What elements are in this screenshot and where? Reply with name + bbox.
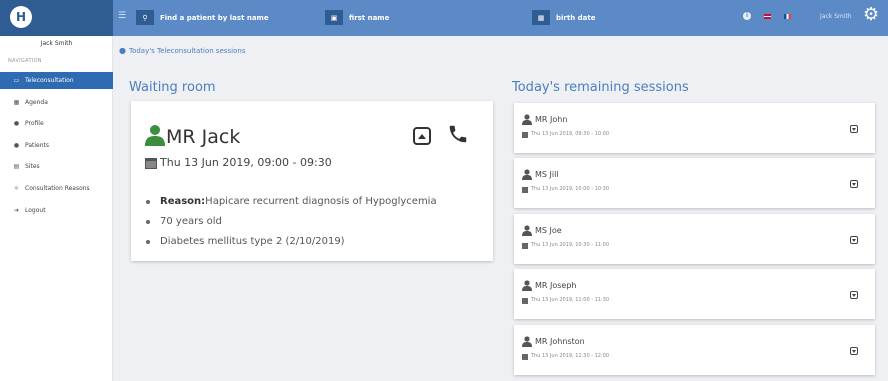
info-icon[interactable]: i	[743, 12, 751, 20]
breadcrumb: ● Today's Teleconsultation sessions	[119, 46, 246, 55]
user-icon: ●	[13, 120, 20, 127]
hamburger-icon[interactable]: ☰	[118, 11, 126, 21]
session-card[interactable]: MR Johnston Thu 13 Jun 2019, 11:30 - 12:…	[514, 325, 875, 375]
sidebar-item-label: Agenda	[25, 99, 48, 106]
session-card[interactable]: MS Joe Thu 13 Jun 2019, 10:30 - 11:00	[514, 214, 875, 264]
session-time: Thu 13 Jun 2019, 11:30 - 12:00	[531, 353, 610, 359]
calendar-icon	[522, 132, 528, 138]
brand-area: H	[0, 0, 113, 36]
reason-value: Hapicare recurrent diagnosis of Hypoglyc…	[205, 196, 437, 207]
sidebar-item-consultation-reasons[interactable]: ⚛ Consultation Reasons	[0, 180, 113, 197]
expand-icon[interactable]	[850, 291, 858, 299]
search-birth-date[interactable]: ▦ birth date	[532, 10, 595, 25]
detail-reason: Reason:Hapicare recurrent diagnosis of H…	[144, 195, 437, 215]
sidebar-item-patients[interactable]: ● Patients	[0, 137, 113, 154]
patient-user-icon	[145, 125, 165, 146]
session-patient-name: MR John	[535, 115, 568, 124]
user-icon	[522, 280, 532, 291]
session-card[interactable]: MR Joseph Thu 13 Jun 2019, 11:00 - 11:30	[514, 269, 875, 319]
sidebar-item-agenda[interactable]: ▦ Agenda	[0, 94, 113, 111]
expand-icon[interactable]	[850, 347, 858, 355]
header-user-name[interactable]: Jack Smith	[820, 13, 852, 20]
sidebar-item-label: Consultation Reasons	[25, 185, 90, 192]
sidebar: Jack Smith NAVIGATION ▭ Teleconsultation…	[0, 36, 113, 381]
phone-icon[interactable]	[447, 123, 469, 145]
sidebar-item-label: Sites	[25, 163, 40, 170]
monitor-icon: ▭	[13, 77, 20, 84]
id-card-icon: ▣	[325, 10, 343, 25]
sidebar-item-label: Profile	[25, 120, 44, 127]
calendar-icon	[522, 187, 528, 193]
sidebar-item-teleconsultation[interactable]: ▭ Teleconsultation	[0, 72, 113, 89]
user-icon	[522, 169, 532, 180]
search-icon: ⚲	[136, 10, 154, 25]
waiting-room-title: Waiting room	[129, 80, 216, 95]
expand-icon[interactable]	[850, 125, 858, 133]
user-icon	[522, 336, 532, 347]
sidebar-section-title: NAVIGATION	[8, 58, 42, 64]
sidebar-item-profile[interactable]: ● Profile	[0, 115, 113, 132]
session-patient-name: MR Joseph	[535, 281, 577, 290]
session-card[interactable]: MR John Thu 13 Jun 2019, 09:30 - 10:00	[514, 103, 875, 153]
reason-label: Reason:	[160, 196, 206, 207]
detail-condition: Diabetes mellitus type 2 (2/10/2019)	[144, 235, 437, 255]
top-bar: H ☰ ⚲ Find a patient by last name ▣ firs…	[0, 0, 888, 36]
user-icon	[522, 225, 532, 236]
building-icon: ▤	[13, 163, 20, 170]
sidebar-item-logout[interactable]: ➜ Logout	[0, 202, 113, 219]
session-card[interactable]: MS Jill Thu 13 Jun 2019, 10:00 - 10:30	[514, 158, 875, 208]
logo-mark: H	[15, 10, 27, 24]
session-time: Thu 13 Jun 2019, 10:00 - 10:30	[531, 186, 610, 192]
session-patient-name: MS Jill	[535, 170, 559, 179]
sidebar-item-label: Teleconsultation	[25, 77, 74, 84]
search-birth-date-label: birth date	[556, 13, 596, 22]
expand-icon[interactable]	[850, 236, 858, 244]
session-time: Thu 13 Jun 2019, 10:30 - 11:00	[531, 242, 610, 248]
sidebar-item-label: Patients	[25, 142, 50, 149]
session-patient-name: MR Johnston	[535, 337, 585, 346]
waiting-date: Thu 13 Jun 2019, 09:00 - 09:30	[160, 156, 332, 169]
users-icon: ●	[119, 46, 126, 55]
breadcrumb-label: Today's Teleconsultation sessions	[128, 46, 246, 55]
waiting-patient-name: MR Jack	[166, 126, 241, 148]
calendar-icon: ▦	[532, 10, 550, 25]
detail-age: 70 years old	[144, 215, 437, 235]
expand-icon[interactable]	[850, 180, 858, 188]
session-time: Thu 13 Jun 2019, 11:00 - 11:30	[531, 297, 610, 303]
calendar-icon	[145, 158, 157, 169]
patient-details-list: Reason:Hapicare recurrent diagnosis of H…	[144, 195, 437, 255]
search-last-name-label: Find a patient by last name	[160, 13, 269, 22]
language-fr-flag-icon[interactable]	[784, 14, 791, 19]
calendar-icon: ▦	[13, 99, 20, 106]
calendar-icon	[522, 354, 528, 360]
search-first-name-label: first name	[349, 13, 390, 22]
users-icon: ●	[13, 142, 20, 149]
stethoscope-icon: ⚛	[13, 185, 20, 192]
sidebar-item-sites[interactable]: ▤ Sites	[0, 158, 113, 175]
language-en-flag-icon[interactable]	[764, 14, 771, 19]
gears-icon[interactable]: ⚙	[863, 6, 879, 24]
logout-icon: ➜	[13, 207, 20, 214]
search-last-name[interactable]: ⚲ Find a patient by last name	[136, 10, 269, 25]
search-first-name[interactable]: ▣ first name	[325, 10, 389, 25]
sidebar-user-name: Jack Smith	[40, 40, 73, 47]
session-time: Thu 13 Jun 2019, 09:30 - 10:00	[531, 131, 610, 137]
sidebar-item-label: Logout	[25, 207, 46, 214]
user-icon	[522, 114, 532, 125]
logo[interactable]: H	[10, 6, 32, 28]
chat-icon[interactable]	[413, 127, 431, 145]
calendar-icon	[522, 243, 528, 249]
session-patient-name: MS Joe	[535, 226, 562, 235]
remaining-sessions-title: Today's remaining sessions	[512, 80, 689, 95]
calendar-icon	[522, 298, 528, 304]
